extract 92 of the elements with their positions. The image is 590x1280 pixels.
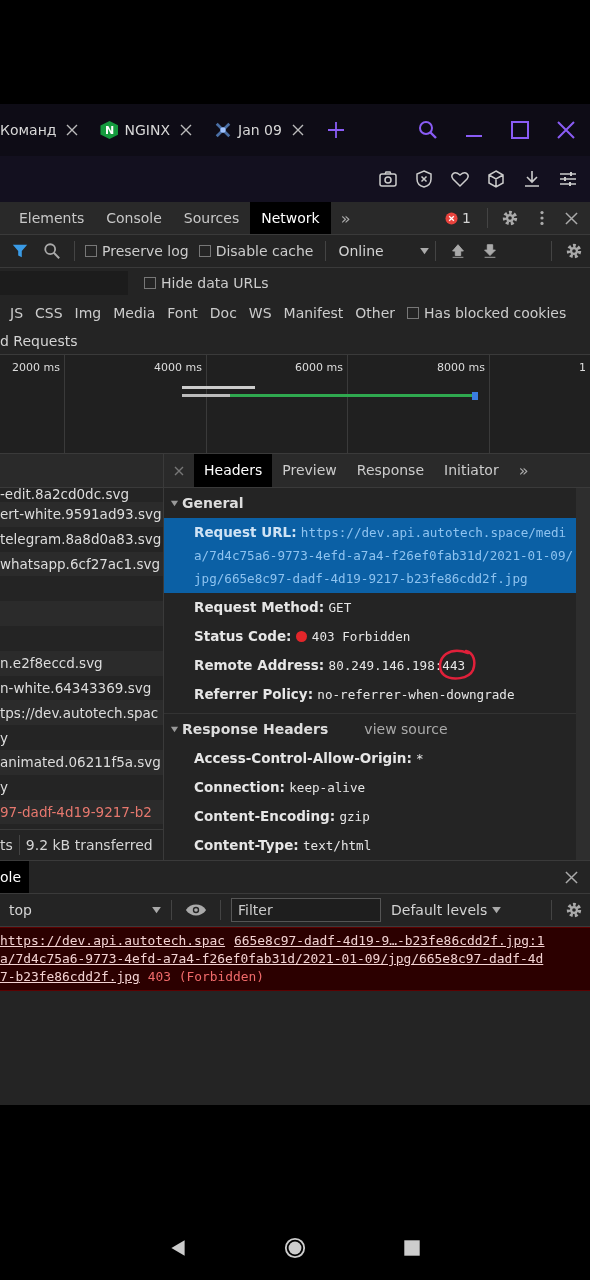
cross-star-icon [214,121,232,139]
sliders-icon[interactable] [558,169,578,189]
request-name[interactable]: -edit.8a2cd0dc.svg [0,488,129,502]
devtools-tab[interactable]: Console [95,202,173,234]
scrollbar[interactable] [576,488,590,860]
caret-icon [492,906,502,914]
section-title[interactable]: General [182,495,244,511]
home-icon[interactable] [284,1236,306,1259]
download-icon[interactable] [522,169,542,189]
details-tab[interactable]: Initiator [434,454,509,487]
devtools-tab[interactable]: Elements [8,202,96,234]
close-icon[interactable] [291,124,304,136]
has-blocked-cookies-checkbox[interactable]: Has blocked cookies [407,305,567,321]
console-drawer-tab[interactable]: ole [0,861,30,893]
url-link[interactable]: 7-b23fe86cdd2f.jpg [0,968,140,986]
timeline-tick-label: 6000 ms [295,361,343,374]
request-name[interactable]: n-white.64343369.svg [0,679,152,696]
resource-type-filter[interactable]: WS [242,305,278,321]
resource-type-filter[interactable]: Img [68,305,108,321]
throttling-dropdown[interactable]: Online [338,243,429,259]
url-link[interactable]: https://dev.api.autotech.spac [0,932,226,950]
log-levels-dropdown[interactable]: Default levels [391,902,502,918]
header-entry: Content-Type: text/html [194,836,373,855]
preserve-log-checkbox[interactable]: Preserve log [85,243,189,259]
header-entry: Request Method: GET [194,598,353,617]
resource-type-filter[interactable]: Doc [203,305,243,321]
settings-icon[interactable] [565,242,583,260]
close-icon[interactable] [565,211,578,225]
error-icon [445,211,459,225]
context-dropdown[interactable]: top [0,902,165,918]
section-title[interactable]: Response Headers [182,721,329,737]
filter-icon[interactable] [11,242,29,260]
details-tab[interactable]: Preview [272,454,347,487]
maximize-icon[interactable] [510,120,530,140]
expand-triangle-icon[interactable] [170,724,179,734]
resource-type-filter[interactable]: Media [107,305,162,321]
request-name[interactable]: y [0,729,8,746]
request-name[interactable]: y [0,779,8,796]
request-name[interactable]: telegram.8a8d0a83.svg [0,531,162,548]
nginx-logo-icon: N [100,121,119,139]
settings-icon[interactable] [565,901,583,919]
disable-cache-checkbox[interactable]: Disable cache [198,243,314,259]
close-icon[interactable] [180,124,192,136]
resource-type-filter[interactable]: JS [4,305,29,321]
source-link[interactable]: 665e8c97-dadf-4d19-9…-b23fe86cdd2f.jpg:1 [234,932,545,950]
request-count: ts [0,837,13,853]
expand-triangle-icon[interactable] [170,498,179,508]
browser-tab[interactable]: Команд [0,122,57,138]
timeline-tick-label: 4000 ms [154,361,202,374]
resource-type-filter[interactable]: CSS [29,305,69,321]
more-tabs-button[interactable]: » [330,208,361,228]
caret-icon [152,906,161,914]
camera-icon[interactable] [378,169,398,189]
blocked-requests-label[interactable]: d Requests [0,333,78,349]
resource-type-filter[interactable]: Manifest [277,305,350,321]
browser-tab[interactable]: Jan 09 [238,122,282,138]
shield-icon[interactable] [414,169,434,189]
header-entry: Access-Control-Allow-Origin: * [194,749,425,768]
resource-type-filter[interactable]: Font [161,305,204,321]
more-tabs-button[interactable]: » [508,461,539,480]
search-icon[interactable] [43,242,61,260]
search-icon[interactable] [418,120,438,140]
heart-icon[interactable] [450,169,470,189]
header-entry: Request URL: https://dev.api.autotech.space/media/7d4c75a6-9773-4efd-a7a4-f26ef0fab31d/2021-01-09/jpg/665e8c97-dadf-4d19-9217-b23fe86cdd2f.jpg [194,523,574,588]
settings-icon[interactable] [501,209,519,227]
timeline-tick-label: 1 [579,361,586,374]
hide-data-urls-checkbox[interactable]: Hide data URLs [144,275,269,291]
plus-icon[interactable] [327,122,344,138]
caret-icon [419,247,429,255]
error-count[interactable]: 1 [462,210,471,226]
timeline-tick-label: 2000 ms [12,361,60,374]
browser-tab[interactable]: NGINX [124,122,170,138]
resource-type-filter[interactable]: Other [349,305,402,321]
header-entry: Referrer Policy: no-referrer-when-downgrade [194,685,516,704]
details-tab[interactable]: Headers [194,454,273,487]
header-entry: Connection: keep-alive [194,778,367,797]
header-entry: Status Code: 403 Forbidden [194,627,412,646]
view-source-link[interactable]: view source [364,721,448,737]
error-status-text: 403 (Forbidden) [147,968,265,986]
close-icon[interactable] [565,870,578,884]
devtools-tab[interactable]: Network [250,202,331,234]
selected-header-row[interactable]: Request URL: https://dev.api.autotech.space/media/7d4c75a6-9773-4efd-a7a4-f26ef0fab31d/2021-01-09/jpg/665e8c97-dadf-4d19-9217-b23fe86cdd2f.jpg [164,518,576,593]
filter-input[interactable]: Filter [231,898,381,922]
timeline-tick-label: 8000 ms [437,361,485,374]
cube-icon[interactable] [486,169,506,189]
header-entry: Content-Encoding: gzip [194,807,371,826]
close-icon[interactable] [66,124,79,136]
details-tab[interactable]: Response [346,454,435,487]
transferred-size: 9.2 kB transferred [25,837,153,853]
devtools-tab[interactable]: Sources [172,202,251,234]
close-icon[interactable] [556,120,576,140]
url-link[interactable]: a/7d4c75a6-9773-4efd-a7a4-f26ef0fab31d/2021-01-09/jpg/665e8c97-dadf-4d [0,950,544,968]
